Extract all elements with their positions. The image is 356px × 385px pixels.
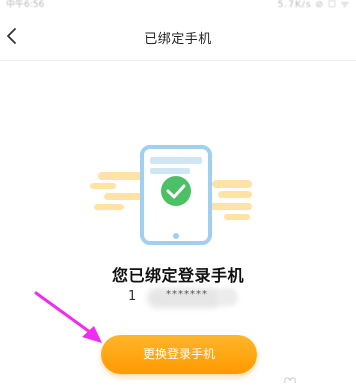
phone-bound-illustration: [90, 145, 252, 245]
heart-outline-icon: [284, 377, 296, 384]
phone-first-digit: 1: [128, 289, 138, 304]
status-time: 中午6:56: [6, 0, 45, 10]
main-content: 您已绑定登录手机 1 ******* 更换登录手机: [0, 61, 356, 385]
nav-bar: 已绑定手机: [0, 14, 356, 61]
annotation-arrow-icon: [34, 291, 102, 343]
check-circle-icon: [161, 176, 191, 206]
speed-lines-right: [208, 180, 252, 220]
change-phone-button[interactable]: 更换登录手机: [101, 335, 257, 374]
bound-phone-number: 1 *******: [128, 287, 238, 308]
phone-masked-digits: *******: [166, 289, 208, 300]
bound-headline: 您已绑定登录手机: [111, 266, 244, 285]
page-title: 已绑定手机: [144, 32, 212, 47]
phone-blur-tail: [216, 288, 238, 306]
status-bar: 中午6:56 5.7K/s ⊘ ☐ ᯤ: [0, 0, 356, 14]
status-indicators: 5.7K/s ⊘ ☐ ᯤ: [277, 0, 350, 10]
